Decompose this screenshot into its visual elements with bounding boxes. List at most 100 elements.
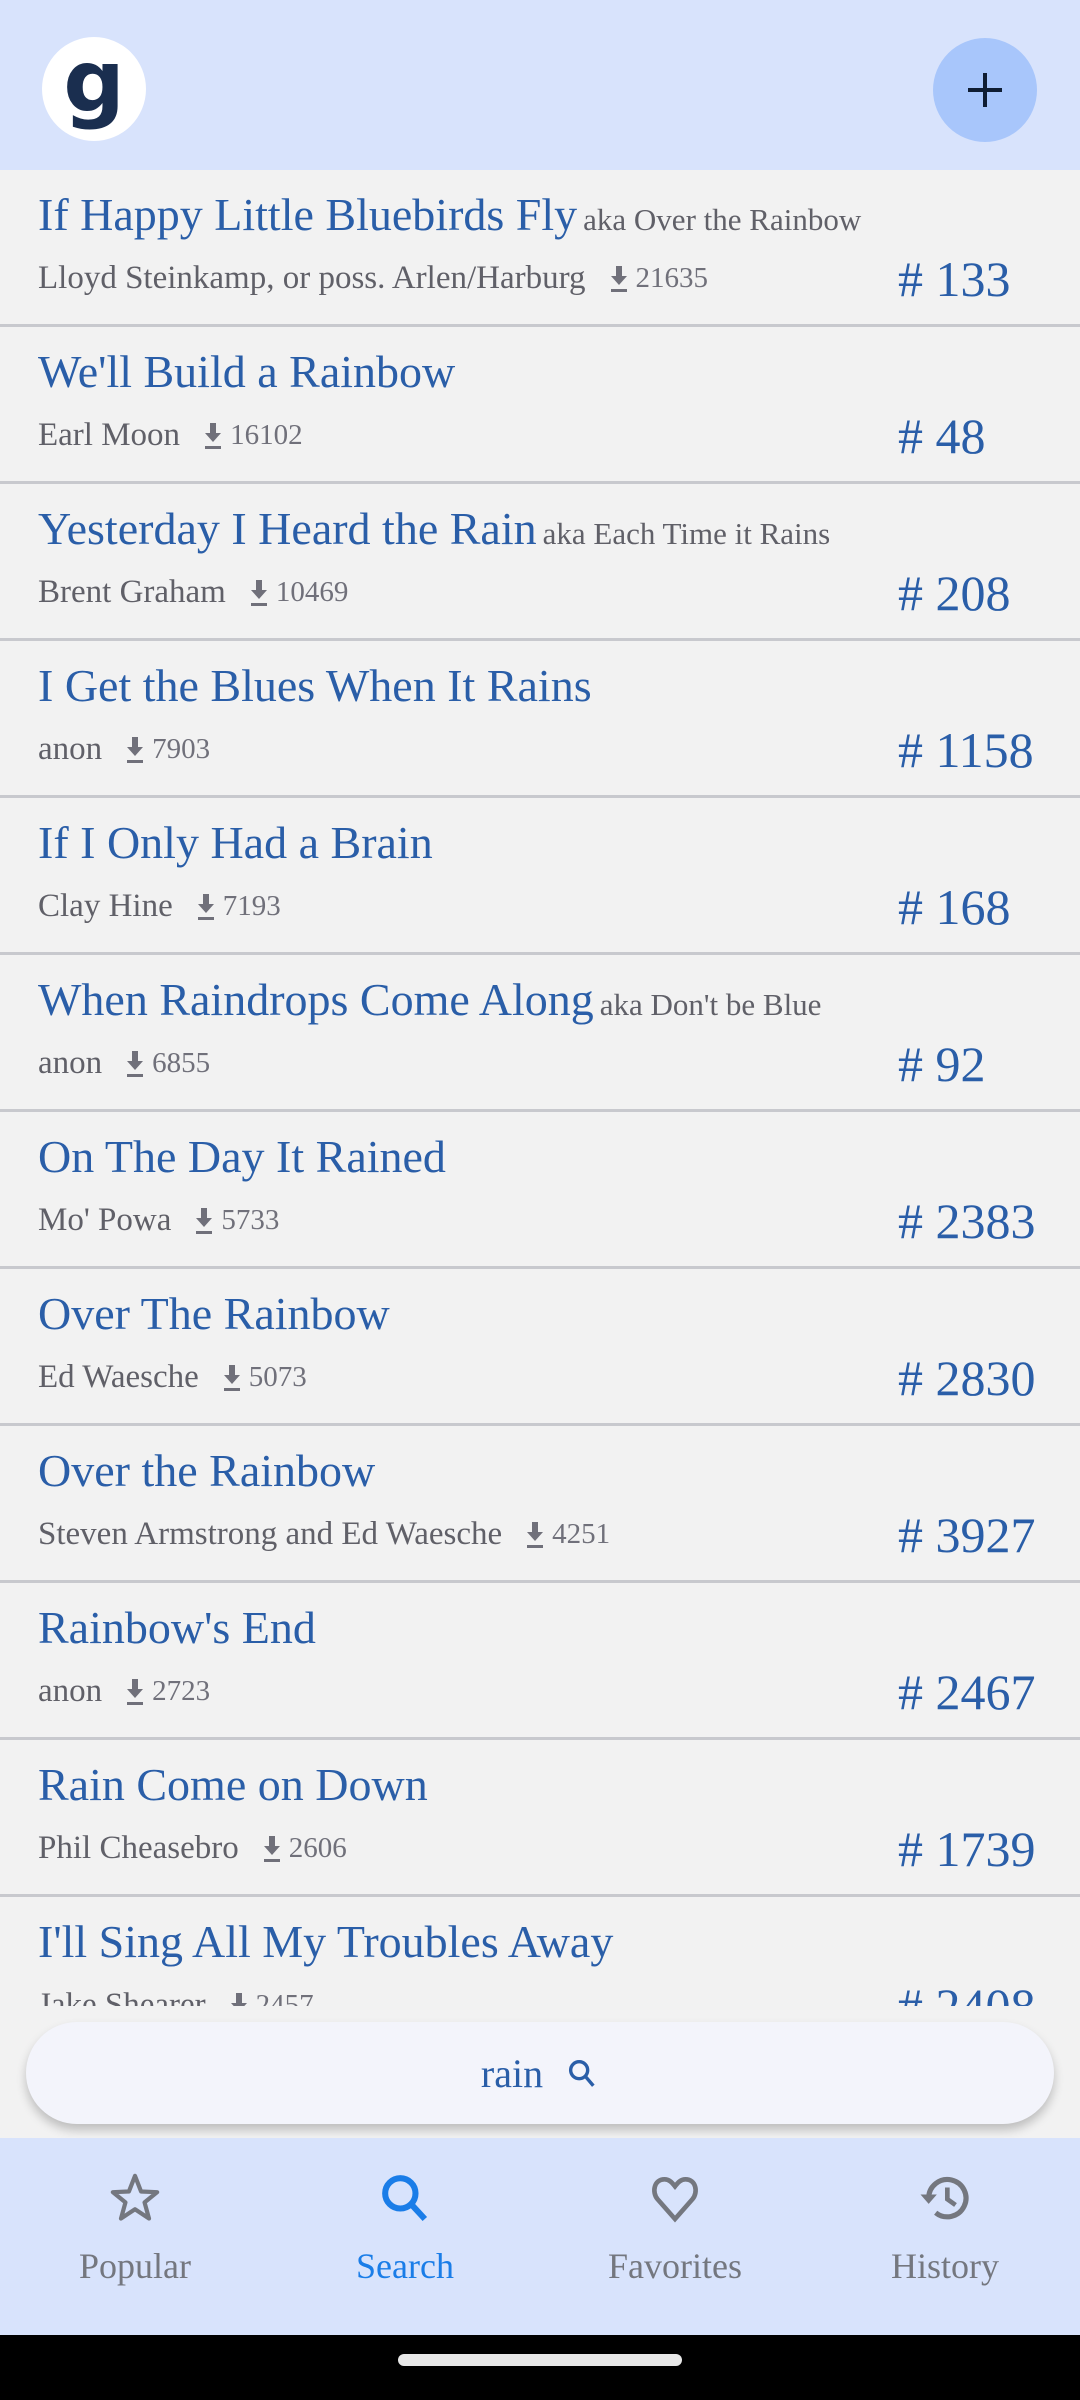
download-count-value: 2457 (255, 1989, 314, 2006)
song-number: # 2467 (898, 1664, 1036, 1720)
download-icon (197, 893, 214, 920)
nav-tab-label: Search (356, 2246, 454, 2286)
download-count: 2457 (228, 1989, 314, 2006)
song-meta: Lloyd Steinkamp, or poss. Arlen/Harburg 2… (38, 260, 708, 297)
song-row[interactable]: When Raindrops Come Along aka Don't be Bl… (0, 955, 1080, 1112)
song-author: Earl Moon (38, 417, 181, 453)
download-icon (127, 1678, 144, 1705)
song-author: anon (38, 1045, 103, 1081)
download-icon (250, 579, 267, 606)
song-number: # 2408 (898, 1978, 1036, 2006)
song-author: Lloyd Steinkamp, or poss. Arlen/Harburg (38, 260, 586, 296)
download-count: 7903 (124, 733, 210, 766)
song-title-text: Yesterday I Heard the Rain (38, 503, 537, 554)
song-title-text: Rain Come on Down (38, 1759, 428, 1810)
song-number: # 1158 (898, 722, 1034, 778)
download-count: 10469 (248, 576, 349, 609)
song-row[interactable]: Rain Come on Down Phil Cheasebro 2606 # 173… (0, 1740, 1080, 1897)
song-title: I Get the Blues When It Rains (38, 659, 592, 712)
song-meta: Phil Cheasebro 2606 (38, 1830, 347, 1867)
nav-tab-label: History (891, 2246, 999, 2286)
song-number: # 1739 (898, 1821, 1036, 1877)
download-count: 4251 (524, 1518, 610, 1551)
download-icon (610, 265, 627, 292)
add-button[interactable] (933, 38, 1037, 142)
song-title-text: Over The Rainbow (38, 1288, 390, 1339)
song-number: # 2830 (898, 1350, 1036, 1406)
song-row[interactable]: Yesterday I Heard the Rain aka Each Time … (0, 484, 1080, 641)
song-title: Over the Rainbow (38, 1444, 375, 1497)
search-query[interactable]: rain (481, 2050, 543, 2097)
song-aka: aka Don't be Blue (599, 987, 822, 1022)
nav-tab-search[interactable]: Search (270, 2138, 540, 2335)
download-count-value: 5073 (248, 1361, 307, 1393)
download-count: 7193 (195, 890, 281, 923)
star-icon (107, 2170, 163, 2231)
download-count-value: 7193 (222, 890, 281, 922)
app-header: g (0, 0, 1080, 170)
song-row[interactable]: We'll Build a Rainbow Earl Moon 16102 # 48 (0, 327, 1080, 484)
search-bar[interactable]: rain (26, 2022, 1054, 2124)
nav-tab-label: Favorites (608, 2246, 742, 2286)
song-title-text: When Raindrops Come Along (38, 974, 594, 1025)
nav-tab-popular[interactable]: Popular (0, 2138, 270, 2335)
song-number: # 3927 (898, 1507, 1036, 1563)
nav-tab-favorites[interactable]: Favorites (540, 2138, 810, 2335)
song-row[interactable]: If I Only Had a Brain Clay Hine 7193 # 168 (0, 798, 1080, 955)
history-icon (917, 2170, 973, 2231)
download-count-value: 2723 (152, 1675, 211, 1707)
song-author: Ed Waesche (38, 1359, 199, 1395)
song-row[interactable]: I'll Sing All My Troubles Away Jake Shear… (0, 1897, 1080, 2006)
song-author: Phil Cheasebro (38, 1830, 239, 1866)
nav-tab-history[interactable]: History (810, 2138, 1080, 2335)
song-author: Clay Hine (38, 888, 173, 924)
download-count-value: 7903 (152, 733, 211, 765)
song-number: # 168 (898, 879, 1011, 935)
search-icon (569, 2059, 595, 2087)
bottom-navigation: Popular Search Favorites History (0, 2138, 1080, 2335)
song-row[interactable]: I Get the Blues When It Rains anon 7903 # 1… (0, 641, 1080, 798)
song-title: If I Only Had a Brain (38, 816, 433, 869)
song-title-text: Over the Rainbow (38, 1445, 376, 1496)
search-icon (377, 2170, 433, 2231)
song-title-text: I Get the Blues When It Rains (38, 660, 592, 711)
song-number: # 2383 (898, 1193, 1036, 1249)
song-author: Brent Graham (38, 574, 226, 610)
song-aka: aka Each Time it Rains (542, 516, 831, 551)
song-row[interactable]: On The Day It Rained Mo' Powa 5733 # 2383 (0, 1112, 1080, 1269)
song-meta: Ed Waesche 5073 (38, 1359, 307, 1396)
download-icon (527, 1521, 544, 1548)
song-row[interactable]: Over the Rainbow Steven Armstrong and Ed … (0, 1426, 1080, 1583)
song-row[interactable]: If Happy Little Bluebirds Fly aka Over th… (0, 170, 1080, 327)
song-number: # 48 (898, 408, 986, 464)
song-author: Jake Shearer (38, 1987, 206, 2006)
download-count: 2606 (261, 1832, 347, 1865)
download-count-value: 5733 (221, 1204, 280, 1236)
song-aka: aka Over the Rainbow (583, 202, 862, 237)
download-icon (230, 1992, 247, 2006)
home-gesture-handle[interactable] (398, 2354, 682, 2366)
song-author: Mo' Powa (38, 1202, 172, 1238)
download-icon (127, 736, 144, 763)
download-icon (263, 1835, 280, 1862)
song-title-text: We'll Build a Rainbow (38, 346, 456, 397)
download-count-value: 21635 (635, 262, 709, 294)
song-row[interactable]: Over The Rainbow Ed Waesche 5073 # 2830 (0, 1269, 1080, 1426)
download-count-value: 6855 (152, 1047, 211, 1079)
song-title: Rainbow's End (38, 1601, 316, 1654)
song-list[interactable]: If Happy Little Bluebirds Fly aka Over th… (0, 170, 1080, 2006)
download-count: 5733 (193, 1204, 279, 1237)
song-meta: anon 2723 (38, 1673, 210, 1710)
download-count-value: 16102 (230, 419, 303, 451)
song-author: anon (38, 731, 103, 767)
song-number: # 92 (898, 1036, 986, 1092)
nav-tab-label: Popular (79, 2246, 191, 2286)
download-count-value: 10469 (275, 576, 349, 608)
song-meta: Clay Hine 7193 (38, 888, 281, 925)
plus-icon (968, 73, 1002, 107)
heart-icon (647, 2170, 703, 2231)
app-logo[interactable]: g (42, 37, 146, 141)
song-row[interactable]: Rainbow's End anon 2723 # 2467 (0, 1583, 1080, 1740)
song-title: On The Day It Rained (38, 1130, 446, 1183)
download-icon (223, 1364, 240, 1391)
